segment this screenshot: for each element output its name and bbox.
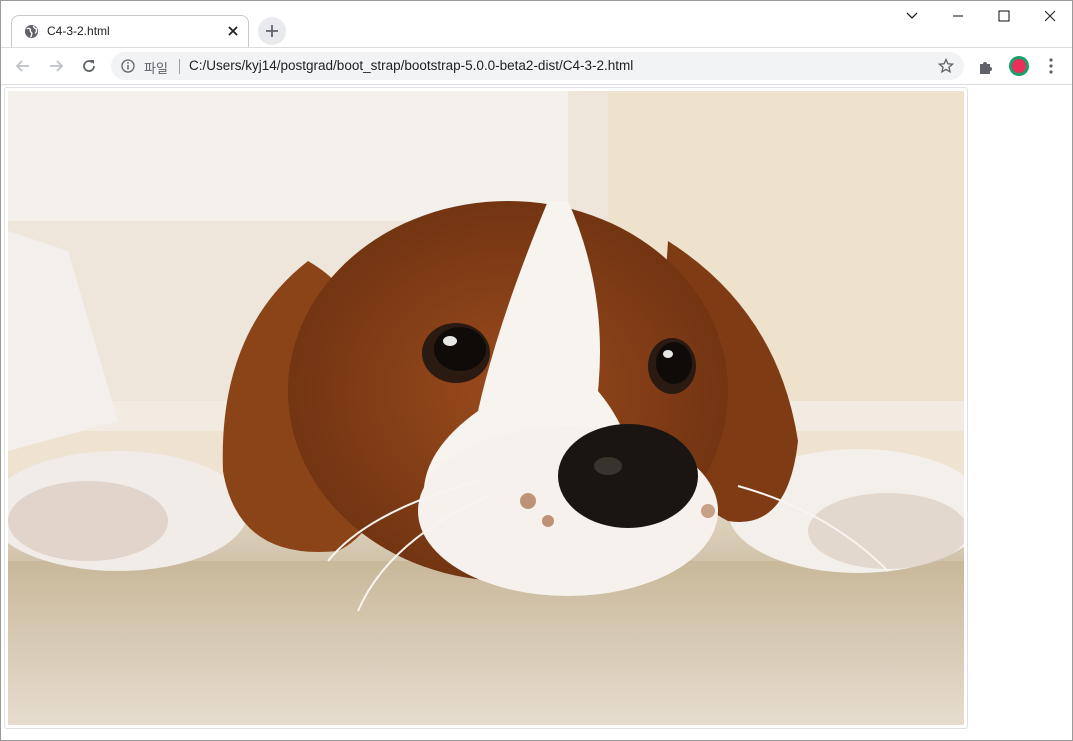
profile-avatar[interactable] [1009,56,1029,76]
img-thumbnail [4,87,968,729]
reload-button[interactable] [77,54,101,78]
arrow-right-icon [50,60,64,72]
dog-photo [8,91,964,725]
minimize-button[interactable] [935,5,981,27]
new-tab-button[interactable] [258,17,286,45]
chevron-down-icon [906,12,918,19]
maximize-icon [998,10,1010,22]
puzzle-icon[interactable] [977,58,995,76]
tab-title: C4-3-2.html [47,24,110,38]
tab-search-button[interactable] [889,5,935,27]
back-button[interactable] [11,54,35,78]
minimize-icon [953,15,963,17]
address-divider [179,59,180,74]
star-icon[interactable] [938,58,954,74]
tab-active[interactable]: C4-3-2.html [11,15,249,47]
page-content [1,85,1072,740]
globe-icon [24,24,39,39]
dog-illustration [8,91,964,725]
url-text[interactable]: C:/Users/kyj14/postgrad/boot_strap/boots… [189,58,633,73]
info-icon[interactable] [121,59,135,73]
scheme-label: 파일 [144,61,168,76]
maximize-button[interactable] [981,5,1027,27]
browser-window: C4-3-2.html 파일 C:/Users/kyj14/postgrad/b… [0,0,1073,741]
more-vert-icon[interactable] [1043,57,1059,75]
close-window-button[interactable] [1027,5,1072,27]
toolbar: 파일 C:/Users/kyj14/postgrad/boot_strap/bo… [1,48,1072,85]
address-bar[interactable]: 파일 C:/Users/kyj14/postgrad/boot_strap/bo… [111,52,964,80]
close-icon[interactable] [226,24,240,38]
arrow-left-icon [15,60,29,72]
close-icon [1044,10,1056,22]
tab-strip: C4-3-2.html [1,1,1072,48]
forward-button[interactable] [44,54,68,78]
plus-icon [266,25,278,37]
avatar [1012,59,1026,73]
reload-icon [83,60,95,72]
